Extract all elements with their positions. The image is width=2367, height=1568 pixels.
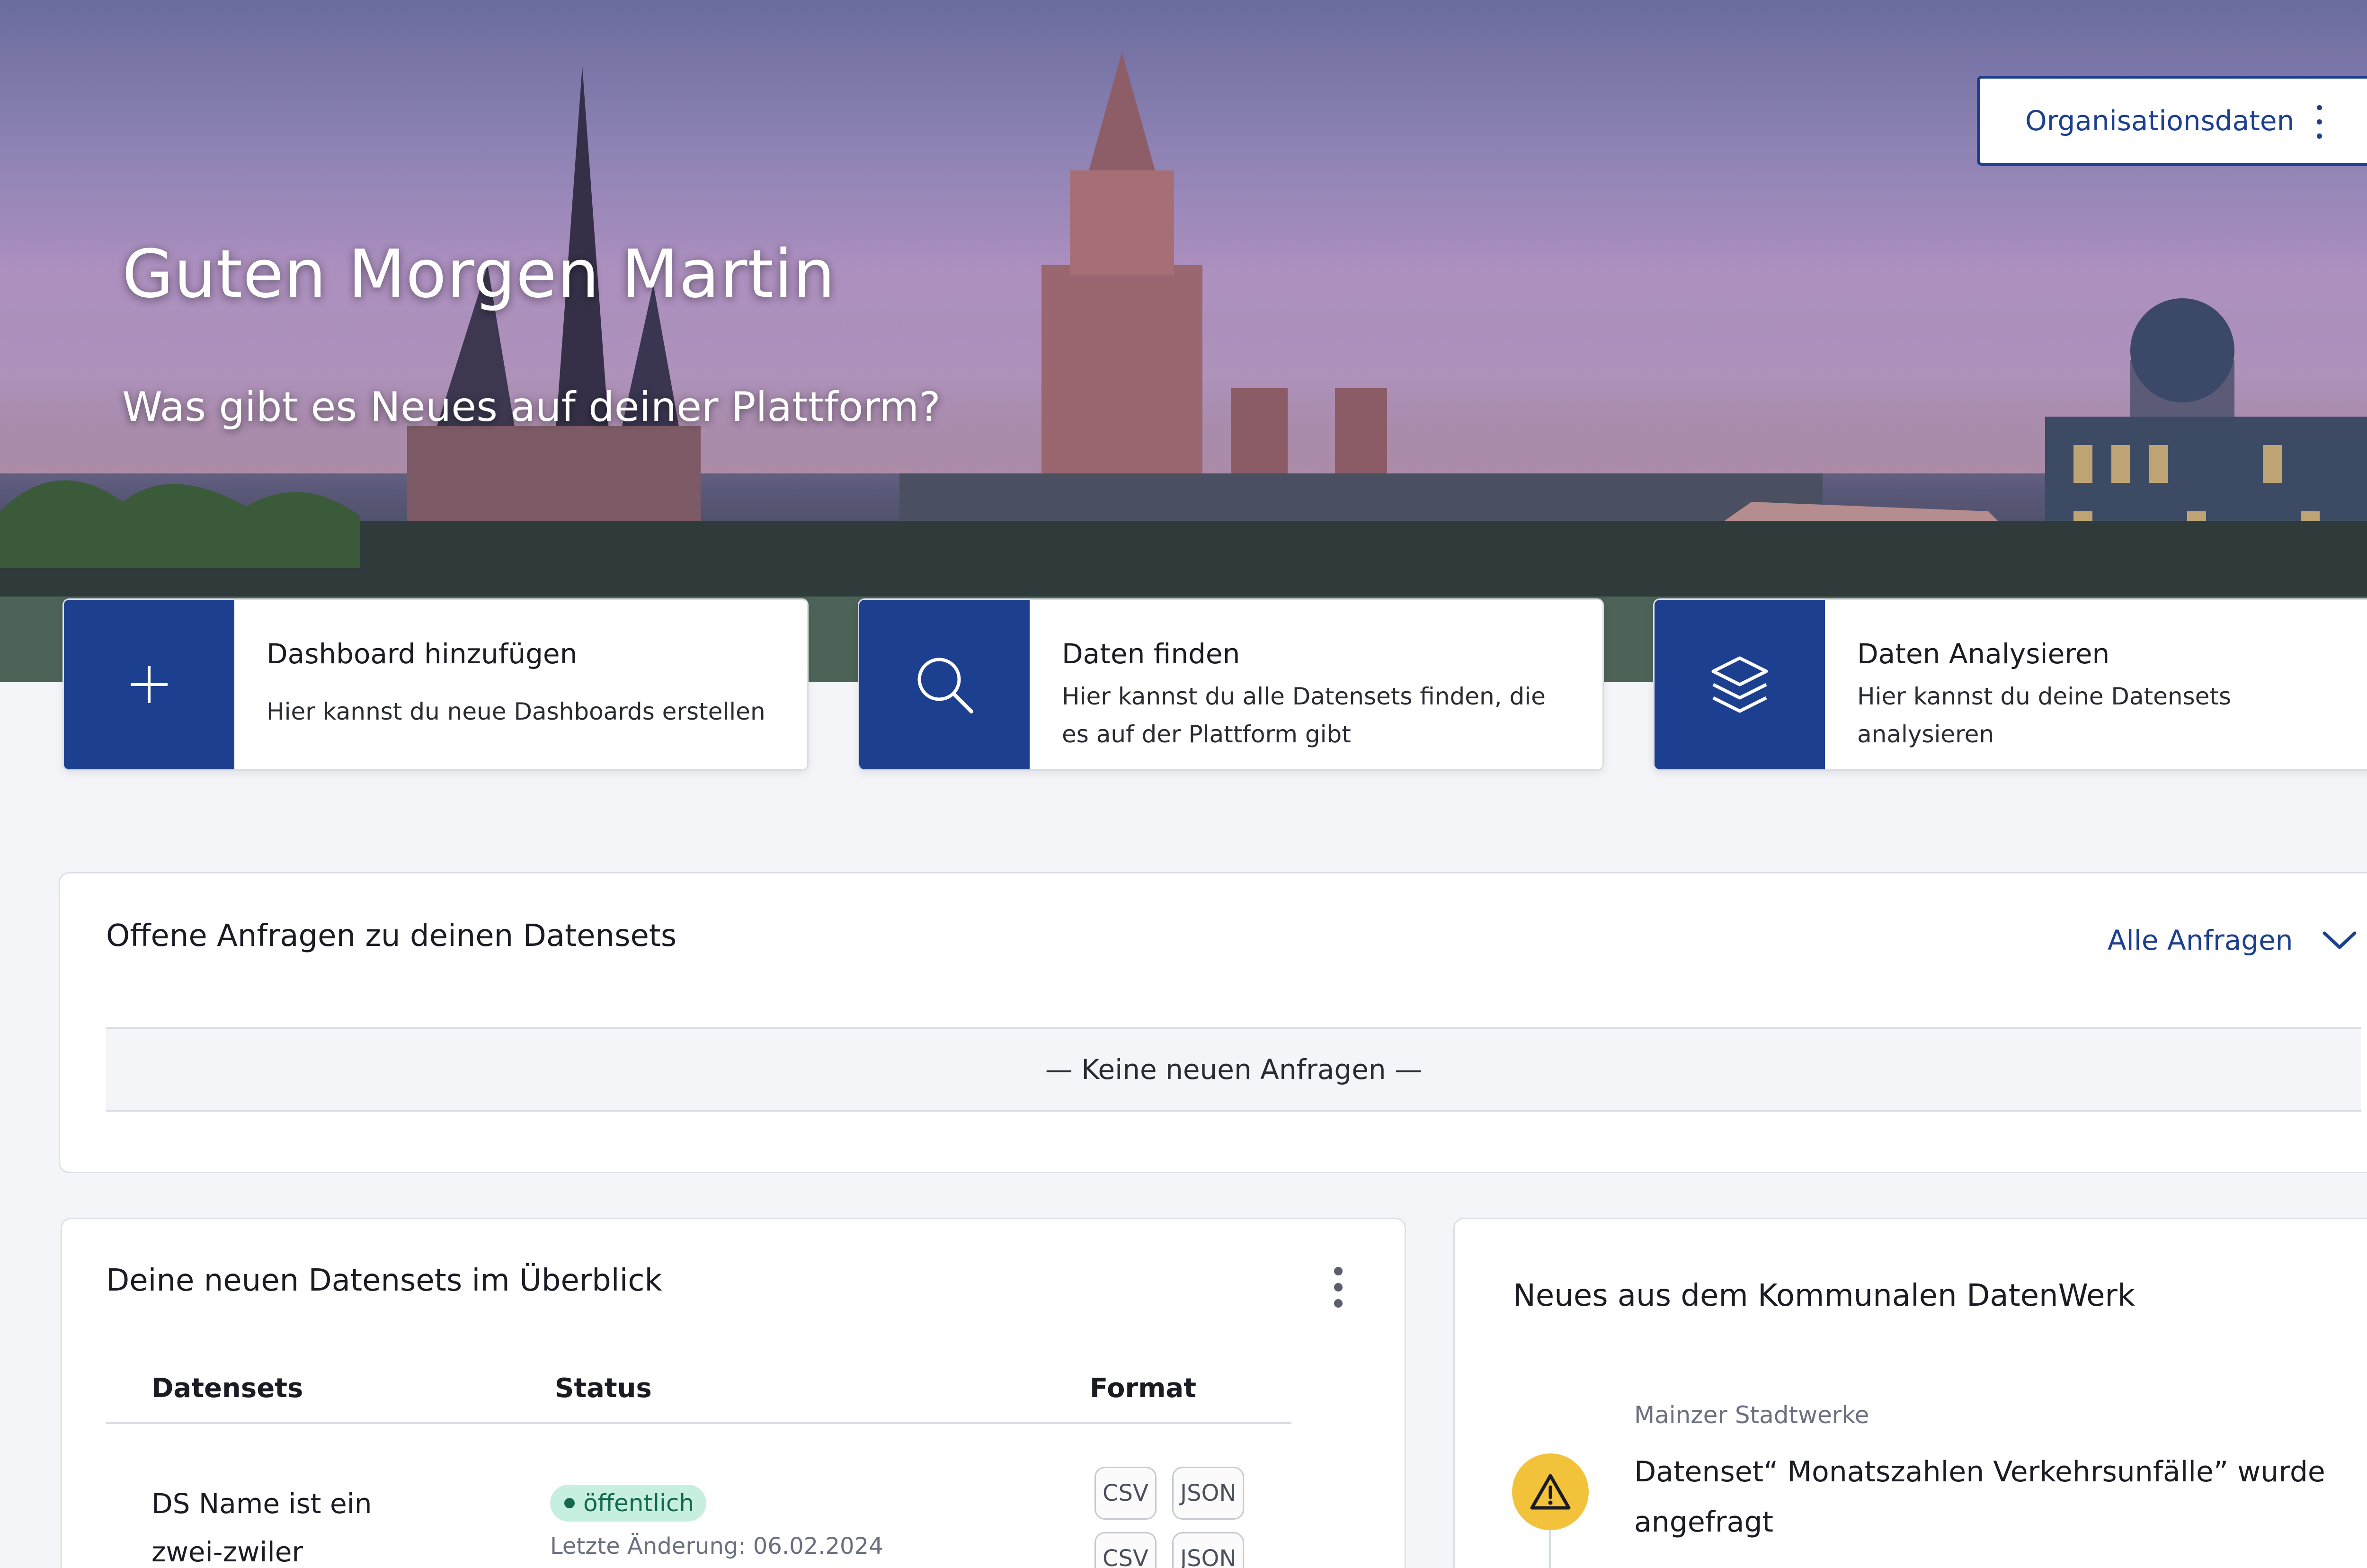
format-chip-json[interactable]: JSON bbox=[1172, 1467, 1245, 1520]
action-card-description: Hier kannst du deine Datensets analysier… bbox=[1857, 683, 2232, 748]
more-vertical-icon bbox=[2317, 105, 2323, 139]
news-title: Neues aus dem Kommunalen DatenWerk bbox=[1513, 1278, 2135, 1313]
greeting-subtitle: Was gibt es Neues auf deiner Plattform? bbox=[122, 383, 941, 431]
format-chip-csv[interactable]: CSV bbox=[1095, 1532, 1157, 1568]
action-card-description: Hier kannst du alle Datensets finden, di… bbox=[1062, 683, 1546, 748]
layers-icon bbox=[1655, 600, 1825, 769]
open-requests-panel bbox=[59, 872, 2367, 1173]
more-vertical-icon[interactable] bbox=[1334, 1267, 1344, 1308]
action-card-title: Dashboard hinzufügen bbox=[267, 638, 578, 670]
status-label: öffentlich bbox=[583, 1489, 694, 1517]
all-requests-dropdown[interactable]: Alle Anfragen bbox=[2108, 924, 2358, 956]
action-card-title: Daten finden bbox=[1062, 638, 1240, 670]
action-card-title: Daten Analysieren bbox=[1857, 638, 2110, 670]
news-item-text[interactable]: Datenset“ Monatszahlen Verkehrsunfälle” … bbox=[1634, 1447, 2367, 1547]
organisation-data-button[interactable]: Organisationsdaten bbox=[1977, 76, 2367, 166]
open-requests-title: Offene Anfragen zu deinen Datensets bbox=[106, 918, 677, 953]
dataset-name[interactable]: DS Name ist ein zwei-zwiler bbox=[151, 1479, 436, 1568]
chevron-down-icon bbox=[2323, 931, 2357, 949]
plus-icon bbox=[64, 600, 234, 769]
action-card-analyze-data[interactable]: Daten Analysieren Hier kannst du deine D… bbox=[1653, 598, 2367, 771]
column-header-format[interactable]: Format bbox=[1090, 1373, 1196, 1404]
no-requests-message: — Keine neuen Anfragen — bbox=[106, 1027, 2361, 1112]
format-chip-csv[interactable]: CSV bbox=[1095, 1467, 1157, 1520]
action-card-find-data[interactable]: Daten finden Hier kannst du alle Datense… bbox=[858, 598, 1604, 771]
action-card-add-dashboard[interactable]: Dashboard hinzufügen Hier kannst du neue… bbox=[62, 598, 809, 771]
organisation-data-label: Organisationsdaten bbox=[2025, 105, 2295, 137]
status-badge: öffentlich bbox=[550, 1485, 707, 1522]
timeline-line bbox=[1549, 1530, 1551, 1568]
status-dot-icon bbox=[564, 1498, 575, 1508]
warning-icon bbox=[1512, 1453, 1589, 1530]
format-chip-json[interactable]: JSON bbox=[1172, 1532, 1245, 1568]
news-source: Mainzer Stadtwerke bbox=[1634, 1401, 1869, 1429]
column-header-status[interactable]: Status bbox=[555, 1373, 652, 1404]
table-divider bbox=[106, 1422, 1291, 1424]
last-change-date: Letzte Änderung: 06.02.2024 bbox=[550, 1533, 883, 1559]
hero-banner: Guten Morgen Martin Was gibt es Neues au… bbox=[0, 0, 2367, 682]
all-requests-label: Alle Anfragen bbox=[2108, 924, 2293, 956]
action-card-description: Hier kannst du neue Dashboards erstellen bbox=[267, 698, 765, 725]
column-header-datasets[interactable]: Datensets bbox=[151, 1373, 303, 1404]
greeting-title: Guten Morgen Martin bbox=[122, 236, 836, 313]
search-icon bbox=[859, 600, 1030, 769]
datasets-overview-title: Deine neuen Datensets im Überblick bbox=[106, 1263, 662, 1298]
